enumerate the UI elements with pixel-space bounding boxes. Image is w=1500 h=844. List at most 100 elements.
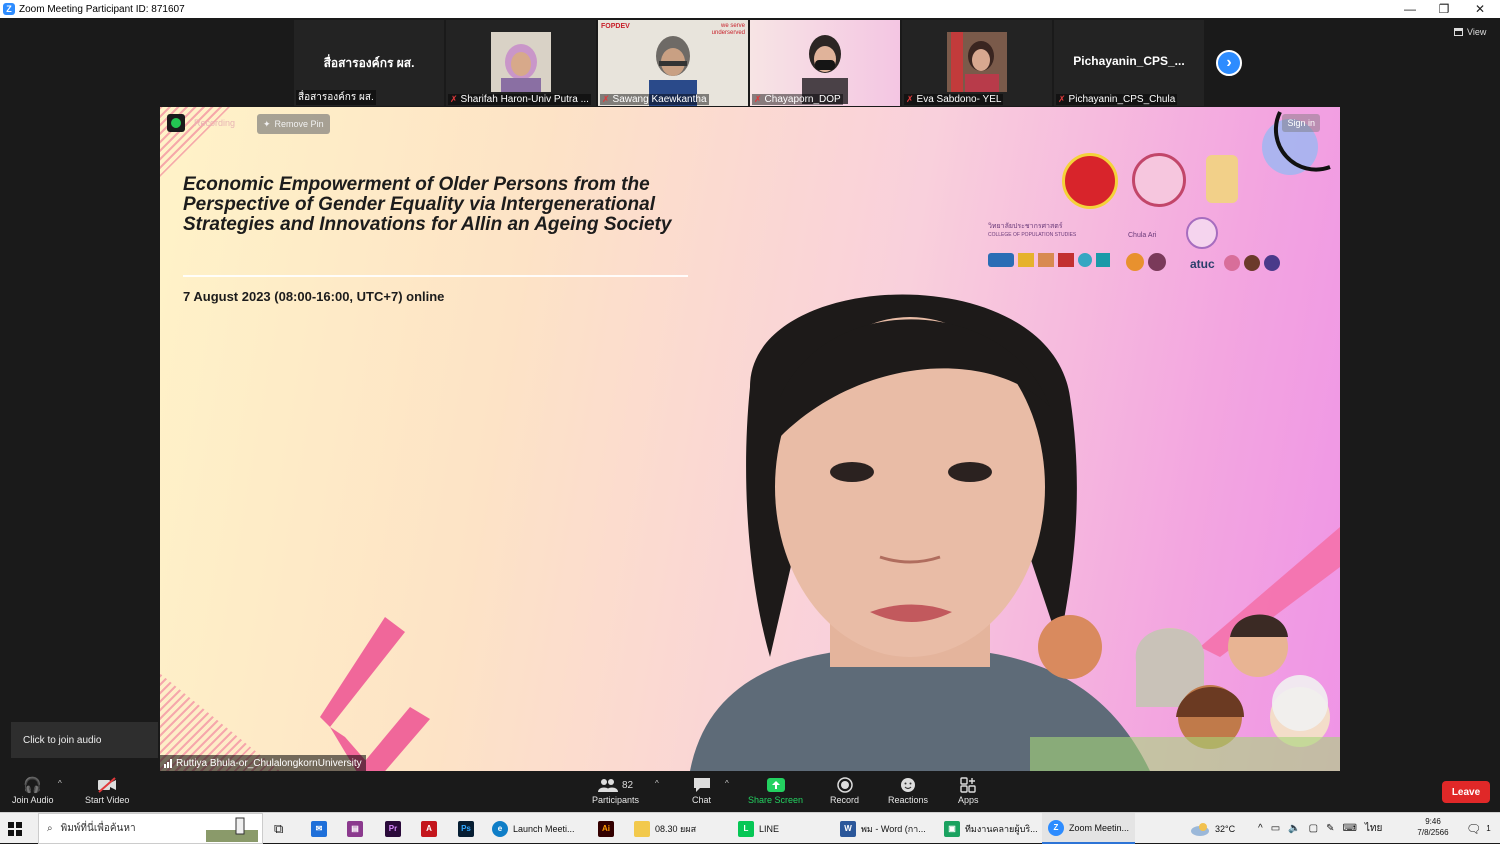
chat-label: Chat xyxy=(692,795,712,805)
participant-video xyxy=(491,32,551,92)
security-shield-icon[interactable] xyxy=(167,114,185,132)
network-icon[interactable]: ▭ xyxy=(1271,823,1280,834)
taskbar-item-label: LINE xyxy=(759,823,780,834)
zoom-icon: Z xyxy=(1048,819,1064,836)
university-seal-logo xyxy=(1132,153,1186,207)
join-audio-button[interactable]: 🎧 Join Audio xyxy=(12,775,54,811)
speaker-name: Ruttiya Bhula-or_ChulalongkornUniversity xyxy=(176,757,362,769)
remove-pin-button[interactable]: ✦ Remove Pin xyxy=(257,114,330,134)
participant-tile[interactable]: FOPDEV we serve underserved ✗ Sawang Kaew… xyxy=(598,20,748,106)
tray-expand-icon[interactable]: ^ xyxy=(1258,823,1263,834)
slide-date: 7 August 2023 (08:00-16:00, UTC+7) onlin… xyxy=(183,289,445,304)
notification-center-button[interactable]: 🗨 1 xyxy=(1466,813,1491,844)
decorative-hatch xyxy=(160,673,280,771)
pin-icon: ✦ xyxy=(263,118,271,129)
participant-caption: สื่อสารองค์กร ผส. xyxy=(296,90,376,105)
chula-ari-logo: Chula Ari xyxy=(1128,232,1157,239)
participant-tile[interactable]: ✗ Eva Sabdono- YEL xyxy=(902,20,1052,106)
premiere-app-button[interactable]: Pr xyxy=(385,813,401,844)
restore-button[interactable]: ❐ xyxy=(1426,0,1462,18)
muted-mic-icon: ✗ xyxy=(754,94,762,104)
participant-tile[interactable]: Pichayanin_CPS_... ✗ Pichayanin_CPS_Chula xyxy=(1054,20,1204,106)
task-view-button[interactable]: ⧉ xyxy=(274,813,283,844)
participant-caption: ✗ Chayaporn_DOP xyxy=(752,94,843,105)
headphones-icon: 🎧 xyxy=(23,777,43,794)
record-icon xyxy=(836,775,853,795)
clock-time: 9:46 xyxy=(1425,817,1441,826)
view-button-label: View xyxy=(1467,27,1487,37)
slide-title: Economic Empowerment of Older Persons fr… xyxy=(183,174,672,235)
taskbar-item[interactable]: Z Zoom Meetin... xyxy=(1042,813,1136,844)
start-video-button[interactable]: Start Video xyxy=(85,775,129,811)
apps-button[interactable]: Apps xyxy=(958,775,979,811)
taskbar-item[interactable]: L LINE xyxy=(738,813,779,844)
sheets-icon: ▣ xyxy=(944,820,960,837)
view-button[interactable]: View xyxy=(1454,27,1486,37)
taskbar-search-input[interactable]: ⌕ พิมพ์ที่นี่เพื่อค้นหา xyxy=(38,813,263,844)
chat-button[interactable]: Chat xyxy=(692,775,711,811)
audio-options-caret-icon[interactable]: ^ xyxy=(58,779,62,788)
search-highlight-icon xyxy=(206,817,258,842)
participants-button[interactable]: 82 Participants xyxy=(592,775,639,811)
keyboard-icon[interactable]: ⌨ xyxy=(1342,823,1356,834)
college-name-en: COLLEGE OF POPULATION STUDIES xyxy=(988,232,1077,238)
photoshop-app-button[interactable]: Ps xyxy=(458,813,474,844)
winrar-icon: ▤ xyxy=(347,820,363,837)
chevron-right-icon: › xyxy=(1226,54,1232,71)
taskbar-item-label: 08.30 ยผส xyxy=(655,823,697,834)
display-icon[interactable]: ▢ xyxy=(1309,823,1318,834)
close-button[interactable]: ✕ xyxy=(1462,0,1498,18)
apps-icon xyxy=(960,775,976,795)
share-screen-button[interactable]: Share Screen xyxy=(748,775,803,811)
weather-widget[interactable]: 32°C xyxy=(1190,813,1235,844)
acrobat-app-button[interactable]: A xyxy=(421,813,437,844)
partner-logos-row xyxy=(988,253,1166,271)
taskbar-clock[interactable]: 9:46 7/8/2566 xyxy=(1408,816,1458,838)
royal-emblem-logo xyxy=(1206,155,1238,203)
chat-options-caret-icon[interactable]: ^ xyxy=(725,779,729,788)
atuc-logo: atuc xyxy=(1190,257,1215,271)
participant-tile[interactable]: ✗ Sharifah Haron-Univ Putra ... xyxy=(446,20,596,106)
participant-caption: ✗ Sharifah Haron-Univ Putra ... xyxy=(448,94,591,105)
meeting-toolbar: 🎧 Join Audio ^ Start Video 82 Participan… xyxy=(0,771,1500,812)
slide-divider xyxy=(183,275,688,277)
participant-video xyxy=(947,32,1007,92)
taskbar-item[interactable]: ▣ ทีมงานคลายผู้บริ... xyxy=(944,813,1038,844)
participant-display-name: สื่อสารองค์กร ผส. xyxy=(323,56,415,70)
system-tray[interactable]: ^ ▭ 🔈 ▢ ✎ ⌨ ไทย xyxy=(1258,813,1382,844)
mail-app-button[interactable]: ✉ xyxy=(311,813,327,844)
folder-icon xyxy=(634,820,650,837)
participants-options-caret-icon[interactable]: ^ xyxy=(655,779,659,788)
zoom-meeting-area: สื่อสารองค์กร ผส. สื่อสารองค์กร ผส. ✗ Sha… xyxy=(0,18,1500,812)
leave-button[interactable]: Leave xyxy=(1442,781,1490,803)
participant-caption: ✗ Sawang Kaewkantha xyxy=(600,94,709,105)
participant-tile[interactable]: ✗ Chayaporn_DOP xyxy=(750,20,900,106)
participant-tile[interactable]: สื่อสารองค์กร ผส. สื่อสารองค์กร ผส. xyxy=(294,20,444,106)
reactions-label: Reactions xyxy=(888,795,929,805)
minimize-button[interactable]: — xyxy=(1392,0,1428,18)
main-video[interactable]: วิทยาลัยประชากรศาสตร์ COLLEGE OF POPULAT… xyxy=(160,107,1340,771)
taskbar-item-label: Zoom Meetin... xyxy=(1069,822,1130,833)
participants-icon: 82 xyxy=(597,775,633,795)
start-button[interactable] xyxy=(8,813,22,844)
taskbar-item[interactable]: W พม - Word (กา... xyxy=(840,813,926,844)
next-page-button[interactable]: › xyxy=(1216,50,1242,76)
apps-label: Apps xyxy=(958,795,979,805)
taskbar-item[interactable]: e Launch Meeti... xyxy=(492,813,575,844)
taskbar-item-label: ทีมงานคลายผู้บริ... xyxy=(965,823,1038,834)
volume-icon[interactable]: 🔈 xyxy=(1288,823,1300,834)
reactions-button[interactable]: Reactions xyxy=(888,775,928,811)
participants-label: Participants xyxy=(592,795,640,805)
illustrator-app-button[interactable]: Ai xyxy=(598,813,614,844)
screen-label-secondary: we serve underserved xyxy=(711,23,745,36)
winrar-app-button[interactable]: ▤ xyxy=(347,813,363,844)
muted-mic-icon: ✗ xyxy=(602,94,610,104)
sign-in-button[interactable]: Sign in xyxy=(1282,114,1320,132)
illustrator-icon: Ai xyxy=(598,820,614,837)
record-button[interactable]: Record xyxy=(830,775,859,811)
pen-icon[interactable]: ✎ xyxy=(1326,823,1334,834)
taskbar-item[interactable]: 08.30 ยผส xyxy=(634,813,696,844)
muted-mic-icon: ✗ xyxy=(906,94,914,104)
input-language[interactable]: ไทย xyxy=(1365,821,1382,836)
window-titlebar: Z Zoom Meeting Participant ID: 871607 — … xyxy=(0,0,1500,18)
